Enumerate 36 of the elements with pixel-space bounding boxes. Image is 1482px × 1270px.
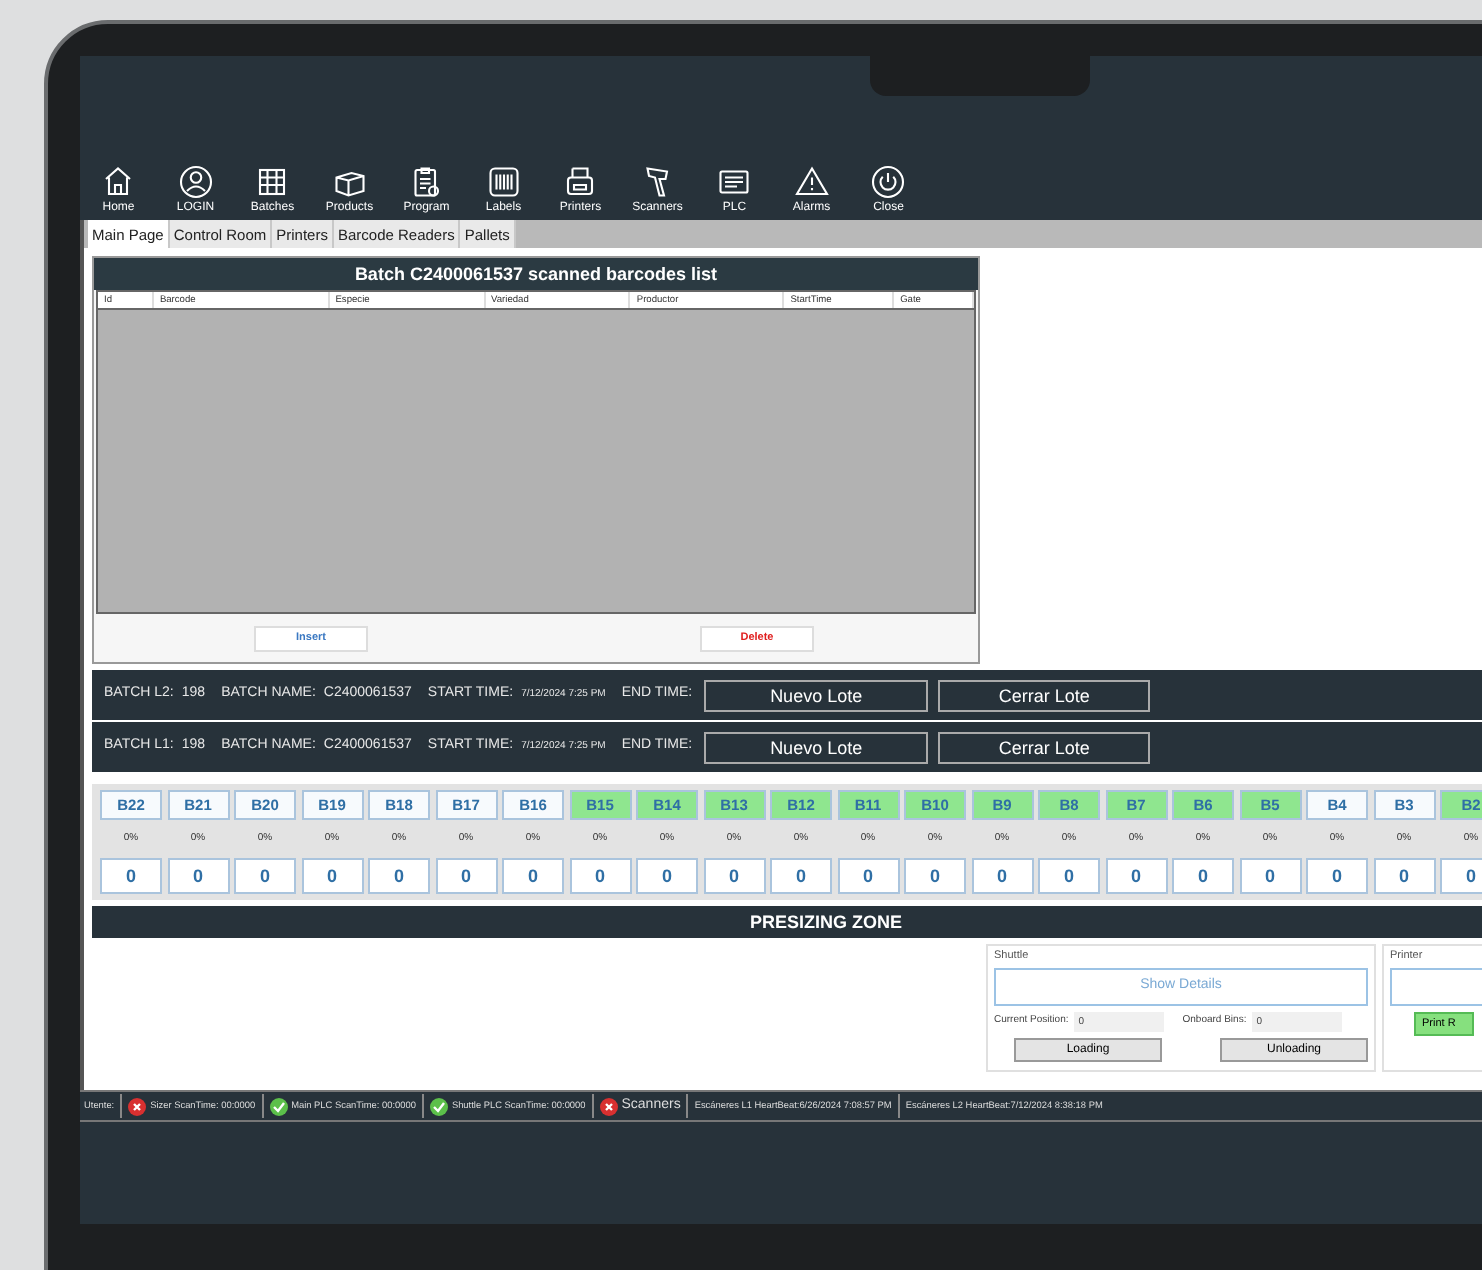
- barcode-icon: [485, 164, 522, 200]
- bin-count: 0: [301, 858, 363, 894]
- new-batch-button[interactable]: Nuevo Lote: [704, 731, 929, 763]
- bin-count: 0: [1105, 858, 1167, 894]
- power-icon: [870, 164, 907, 200]
- bin-count: 0: [1239, 858, 1301, 894]
- control-unit-icon: [716, 164, 753, 200]
- bin-count: 0: [569, 858, 631, 894]
- bin-count: 0: [435, 858, 497, 894]
- bin-count: 0: [1172, 858, 1234, 894]
- close-batch-button[interactable]: Cerrar Lote: [938, 731, 1151, 763]
- bin-count: 0: [1373, 858, 1435, 894]
- bin-count: 0: [636, 858, 698, 894]
- crates-icon: [254, 164, 291, 200]
- bin-count: 0: [971, 858, 1033, 894]
- bin-count: 0: [1038, 858, 1100, 894]
- printer-icon: [562, 164, 599, 200]
- bin-count: 0: [502, 858, 564, 894]
- printer-field[interactable]: [1390, 968, 1482, 1006]
- bin-count: 0: [167, 858, 229, 894]
- zone-title: PRESIZING ZONE: [92, 906, 1482, 938]
- close-batch-button[interactable]: Cerrar Lote: [938, 679, 1151, 711]
- panel-title: Batch C2400061537 scanned barcodes list: [94, 258, 978, 290]
- bin-count: 0: [100, 858, 162, 894]
- bin-count: 0: [368, 858, 430, 894]
- warning-icon: [793, 164, 830, 200]
- clipboard-icon: [408, 164, 445, 200]
- user-icon: [177, 164, 214, 200]
- bin-count: 0: [1306, 858, 1368, 894]
- bin-count: 0: [770, 858, 832, 894]
- bin-count: 0: [703, 858, 765, 894]
- bin-count: 0: [904, 858, 966, 894]
- bin-count: 0: [1440, 858, 1482, 894]
- bin-count: 0: [837, 858, 899, 894]
- bin-count: 0: [234, 858, 296, 894]
- new-batch-button[interactable]: Nuevo Lote: [704, 679, 929, 711]
